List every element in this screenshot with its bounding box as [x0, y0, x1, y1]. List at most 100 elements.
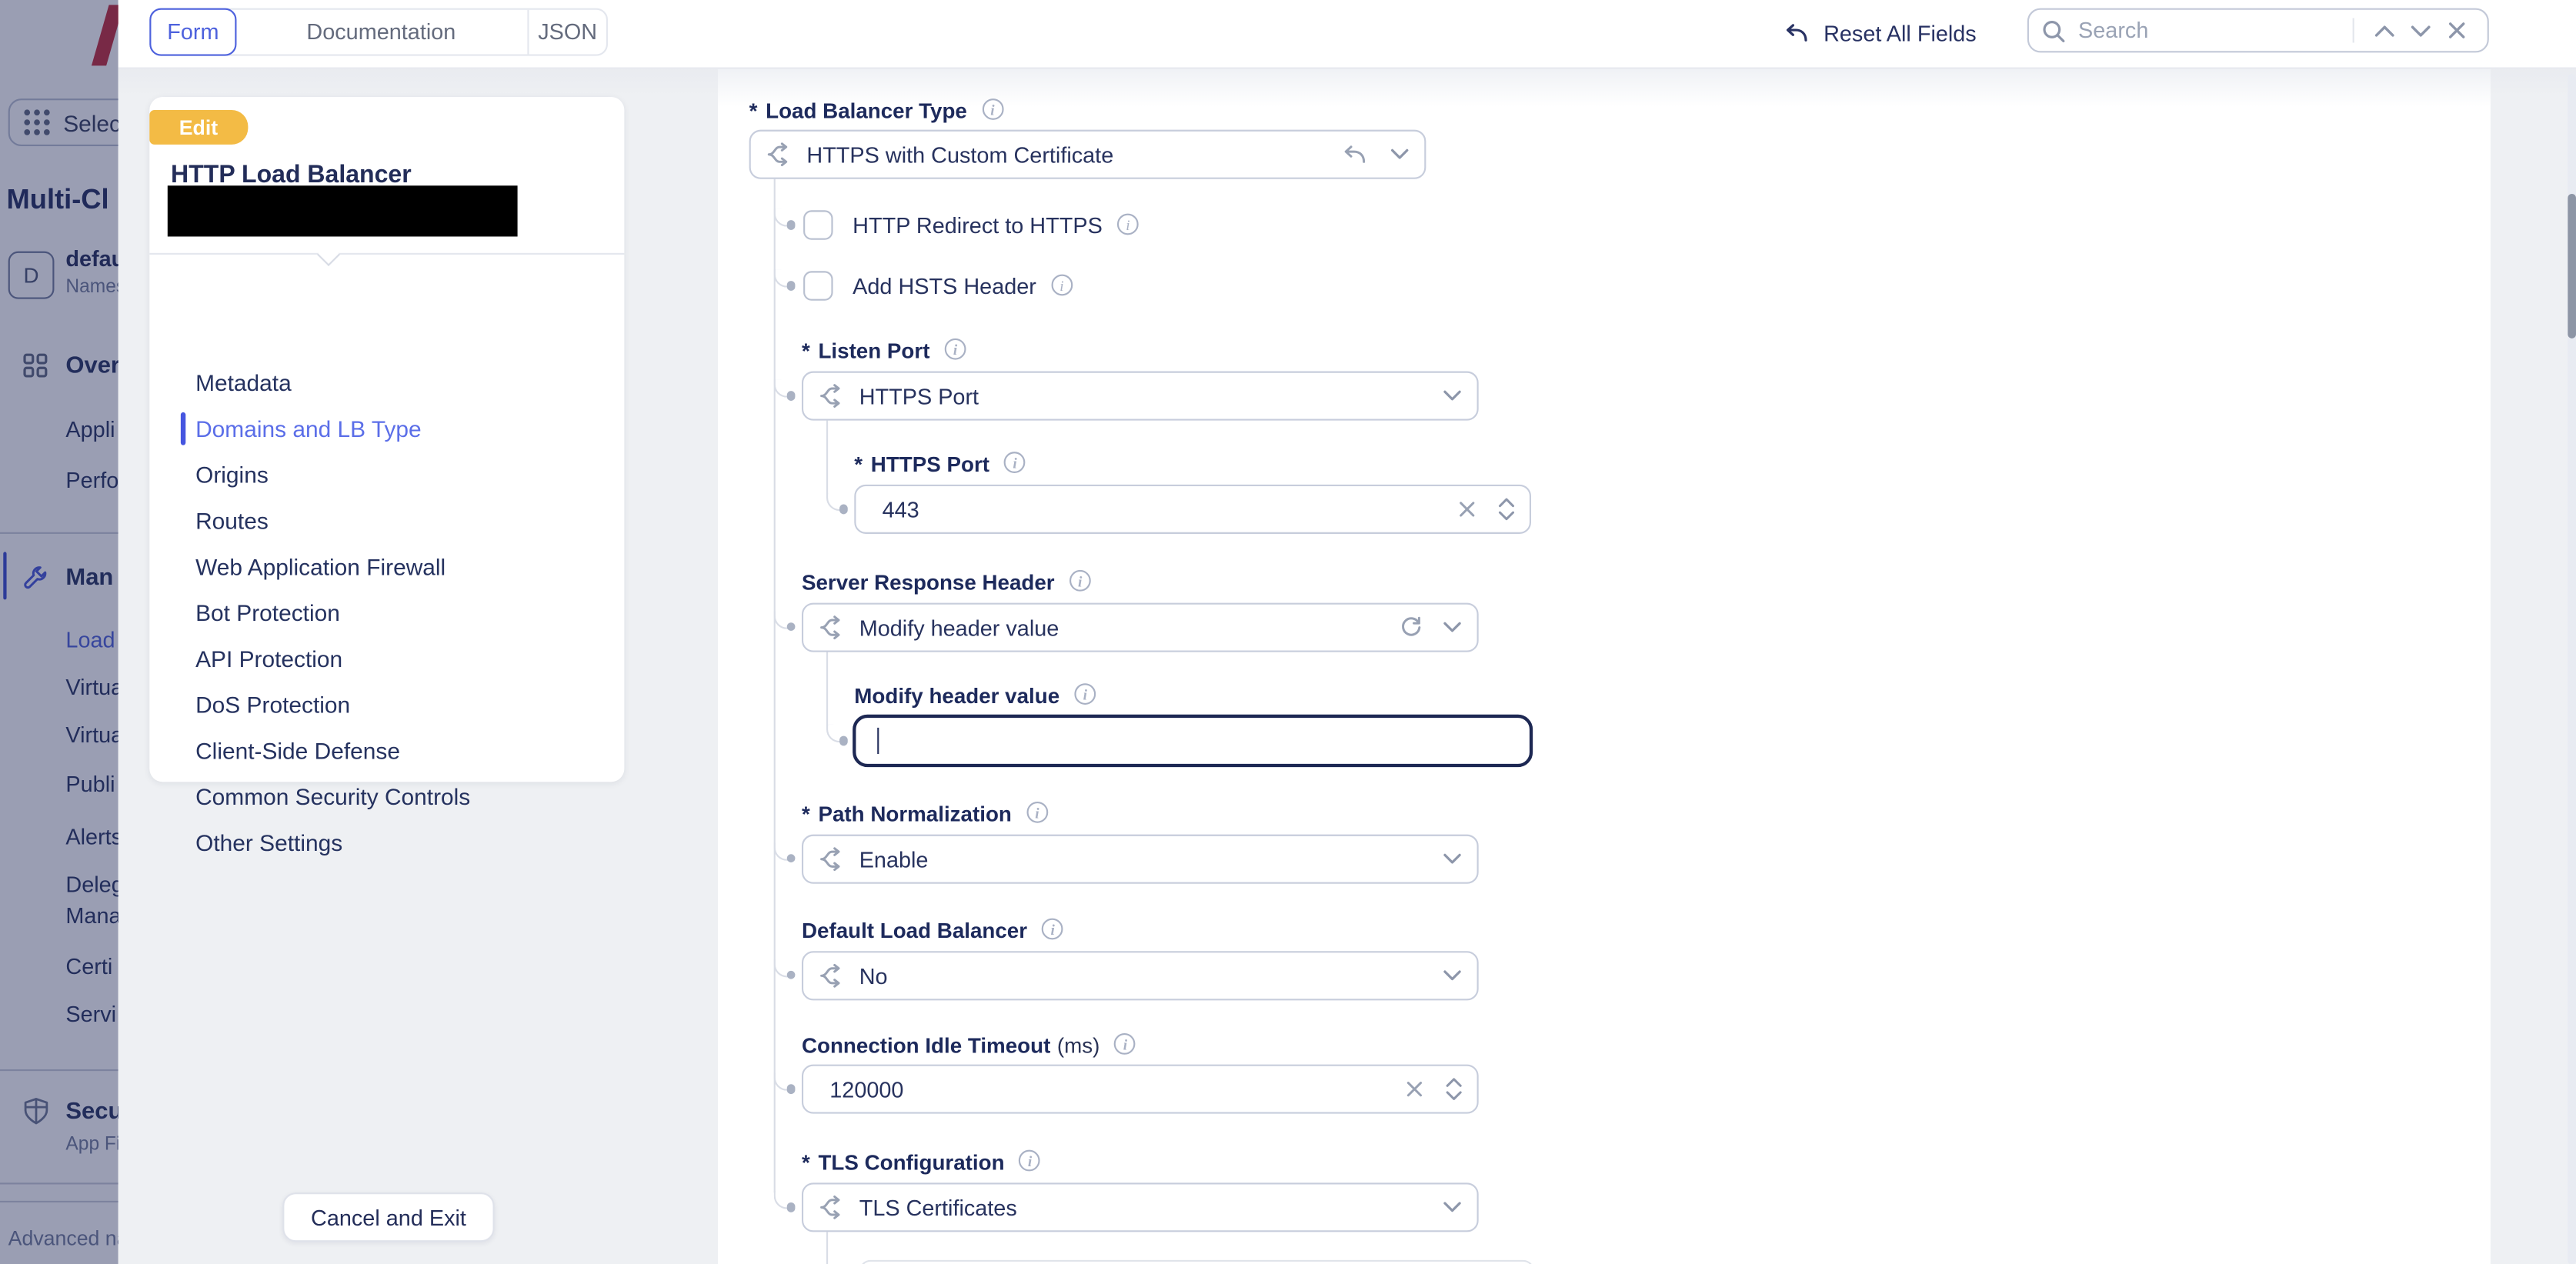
- edit-badge: Edit: [149, 110, 247, 145]
- search-input[interactable]: Search: [2078, 18, 2341, 42]
- info-icon[interactable]: [1004, 452, 1026, 473]
- tab-documentation[interactable]: Documentation: [235, 9, 529, 54]
- step-waf[interactable]: Web Application Firewall: [149, 544, 624, 590]
- modify-header-value-input[interactable]: [853, 715, 1533, 767]
- oneof-branch-icon: [818, 846, 844, 872]
- step-domains-lb-type[interactable]: Domains and LB Type: [149, 405, 624, 452]
- listen-port-value: HTTPS Port: [859, 384, 979, 409]
- checkbox-label: Add HSTS Header: [853, 274, 1036, 298]
- undo-icon[interactable]: [1342, 144, 1366, 165]
- field-label-path-normalization: * Path Normalization: [802, 802, 1048, 825]
- field-label-conn-idle-timeout: Connection Idle Timeout (ms): [802, 1033, 1136, 1056]
- label-text: Modify header value: [854, 682, 1059, 707]
- tree-dot: [839, 736, 848, 745]
- label-text: Default Load Balancer: [802, 918, 1027, 942]
- tab-form[interactable]: Form: [149, 8, 236, 55]
- info-icon[interactable]: [1051, 275, 1073, 296]
- field-label-lb-type: * Load Balancer Type: [749, 98, 1003, 122]
- oneof-branch-icon: [818, 1194, 844, 1220]
- tree-dot: [787, 1085, 796, 1093]
- wizard-nav-card: Edit HTTP Load Balancer Metadata Domains…: [149, 97, 624, 782]
- find-previous-button[interactable]: [2366, 14, 2402, 47]
- card-divider: [149, 253, 624, 255]
- tree-line-child: [827, 1232, 829, 1264]
- step-origins[interactable]: Origins: [149, 452, 624, 498]
- listen-port-dropdown[interactable]: HTTPS Port: [802, 372, 1479, 421]
- search-icon: [2042, 19, 2065, 42]
- refresh-icon[interactable]: [1400, 616, 1423, 639]
- info-icon[interactable]: [1026, 802, 1048, 823]
- step-dos-protection[interactable]: DoS Protection: [149, 682, 624, 728]
- hsts-checkbox-row: Add HSTS Header: [803, 271, 1073, 300]
- info-icon[interactable]: [945, 339, 966, 360]
- console-sidebar-dimmed: Select Multi-Cl D defau Names Over Appli…: [0, 0, 118, 1264]
- search-divider: [2353, 18, 2354, 42]
- step-api-protection[interactable]: API Protection: [149, 635, 624, 682]
- label-text: HTTPS Port: [871, 451, 989, 475]
- info-icon[interactable]: [1042, 919, 1063, 940]
- cancel-and-exit-button[interactable]: Cancel and Exit: [282, 1192, 494, 1242]
- modal-backdrop[interactable]: [0, 0, 118, 1264]
- required-star: *: [802, 801, 810, 825]
- reset-all-fields-label: Reset All Fields: [1824, 22, 1977, 46]
- path-normalization-dropdown[interactable]: Enable: [802, 835, 1479, 884]
- checkbox-label: HTTP Redirect to HTTPS: [853, 213, 1103, 238]
- tree-dot: [787, 1203, 796, 1212]
- http-redirect-checkbox[interactable]: [803, 210, 833, 239]
- toolbar: Form Documentation JSON Reset All Fields…: [118, 0, 2576, 69]
- chevron-down-icon: [2409, 24, 2431, 37]
- find-next-button[interactable]: [2402, 14, 2438, 47]
- info-icon[interactable]: [982, 98, 1003, 120]
- step-metadata[interactable]: Metadata: [149, 360, 624, 406]
- scrollbar-thumb[interactable]: [2568, 194, 2576, 339]
- reset-all-fields-button[interactable]: Reset All Fields: [1784, 16, 1977, 51]
- number-stepper[interactable]: [1498, 498, 1514, 521]
- info-icon[interactable]: [1117, 214, 1139, 235]
- required-star: *: [854, 451, 863, 475]
- https-port-input[interactable]: 443: [854, 485, 1531, 534]
- field-label-listen-port: * Listen Port: [802, 339, 966, 362]
- step-client-side-defense[interactable]: Client-Side Defense: [149, 728, 624, 774]
- label-text: Listen Port: [818, 338, 929, 362]
- label-text: TLS Configuration: [818, 1149, 1004, 1174]
- server-response-header-dropdown[interactable]: Modify header value: [802, 603, 1479, 652]
- step-other-settings[interactable]: Other Settings: [149, 819, 624, 865]
- tab-json[interactable]: JSON: [529, 9, 606, 54]
- step-bot-protection[interactable]: Bot Protection: [149, 590, 624, 636]
- card-divider-notch: [317, 242, 340, 265]
- info-icon[interactable]: [1074, 683, 1096, 705]
- chevron-down-icon: [1443, 852, 1463, 865]
- conn-idle-timeout-input[interactable]: 120000: [802, 1065, 1479, 1114]
- step-common-security-controls[interactable]: Common Security Controls: [149, 774, 624, 820]
- info-icon[interactable]: [1019, 1150, 1041, 1172]
- next-field-cut-off: [859, 1259, 1535, 1264]
- number-stepper[interactable]: [1446, 1078, 1462, 1101]
- find-close-button[interactable]: [2438, 14, 2474, 47]
- tree-line-main: [774, 179, 776, 1192]
- lb-type-value: HTTPS with Custom Certificate: [806, 142, 1113, 167]
- chevron-down-icon: [1443, 969, 1463, 982]
- info-icon[interactable]: [1115, 1033, 1136, 1055]
- field-label-server-response-header: Server Response Header: [802, 570, 1091, 593]
- clear-icon[interactable]: [1453, 495, 1482, 524]
- chevron-down-icon: [1443, 1201, 1463, 1214]
- required-star: *: [802, 338, 810, 362]
- tree-dot: [787, 221, 796, 229]
- info-icon[interactable]: [1069, 570, 1091, 592]
- close-icon: [2447, 22, 2464, 39]
- view-tab-group: Form Documentation JSON: [149, 8, 608, 55]
- hsts-checkbox[interactable]: [803, 271, 833, 300]
- redacted-name: [168, 185, 518, 235]
- label-text: Connection Idle Timeout: [802, 1032, 1050, 1057]
- wizard-title: HTTP Load Balancer: [171, 161, 412, 188]
- step-routes[interactable]: Routes: [149, 498, 624, 544]
- field-label-modify-header-value: Modify header value: [854, 683, 1096, 706]
- default-lb-dropdown[interactable]: No: [802, 951, 1479, 1000]
- chevron-down-icon: [1443, 389, 1463, 402]
- lb-type-dropdown[interactable]: HTTPS with Custom Certificate: [749, 130, 1426, 179]
- clear-icon[interactable]: [1400, 1074, 1429, 1103]
- tls-configuration-dropdown[interactable]: TLS Certificates: [802, 1182, 1479, 1232]
- label-text: Load Balancer Type: [766, 98, 967, 122]
- label-text: Server Response Header: [802, 569, 1055, 594]
- oneof-branch-icon: [818, 962, 844, 989]
